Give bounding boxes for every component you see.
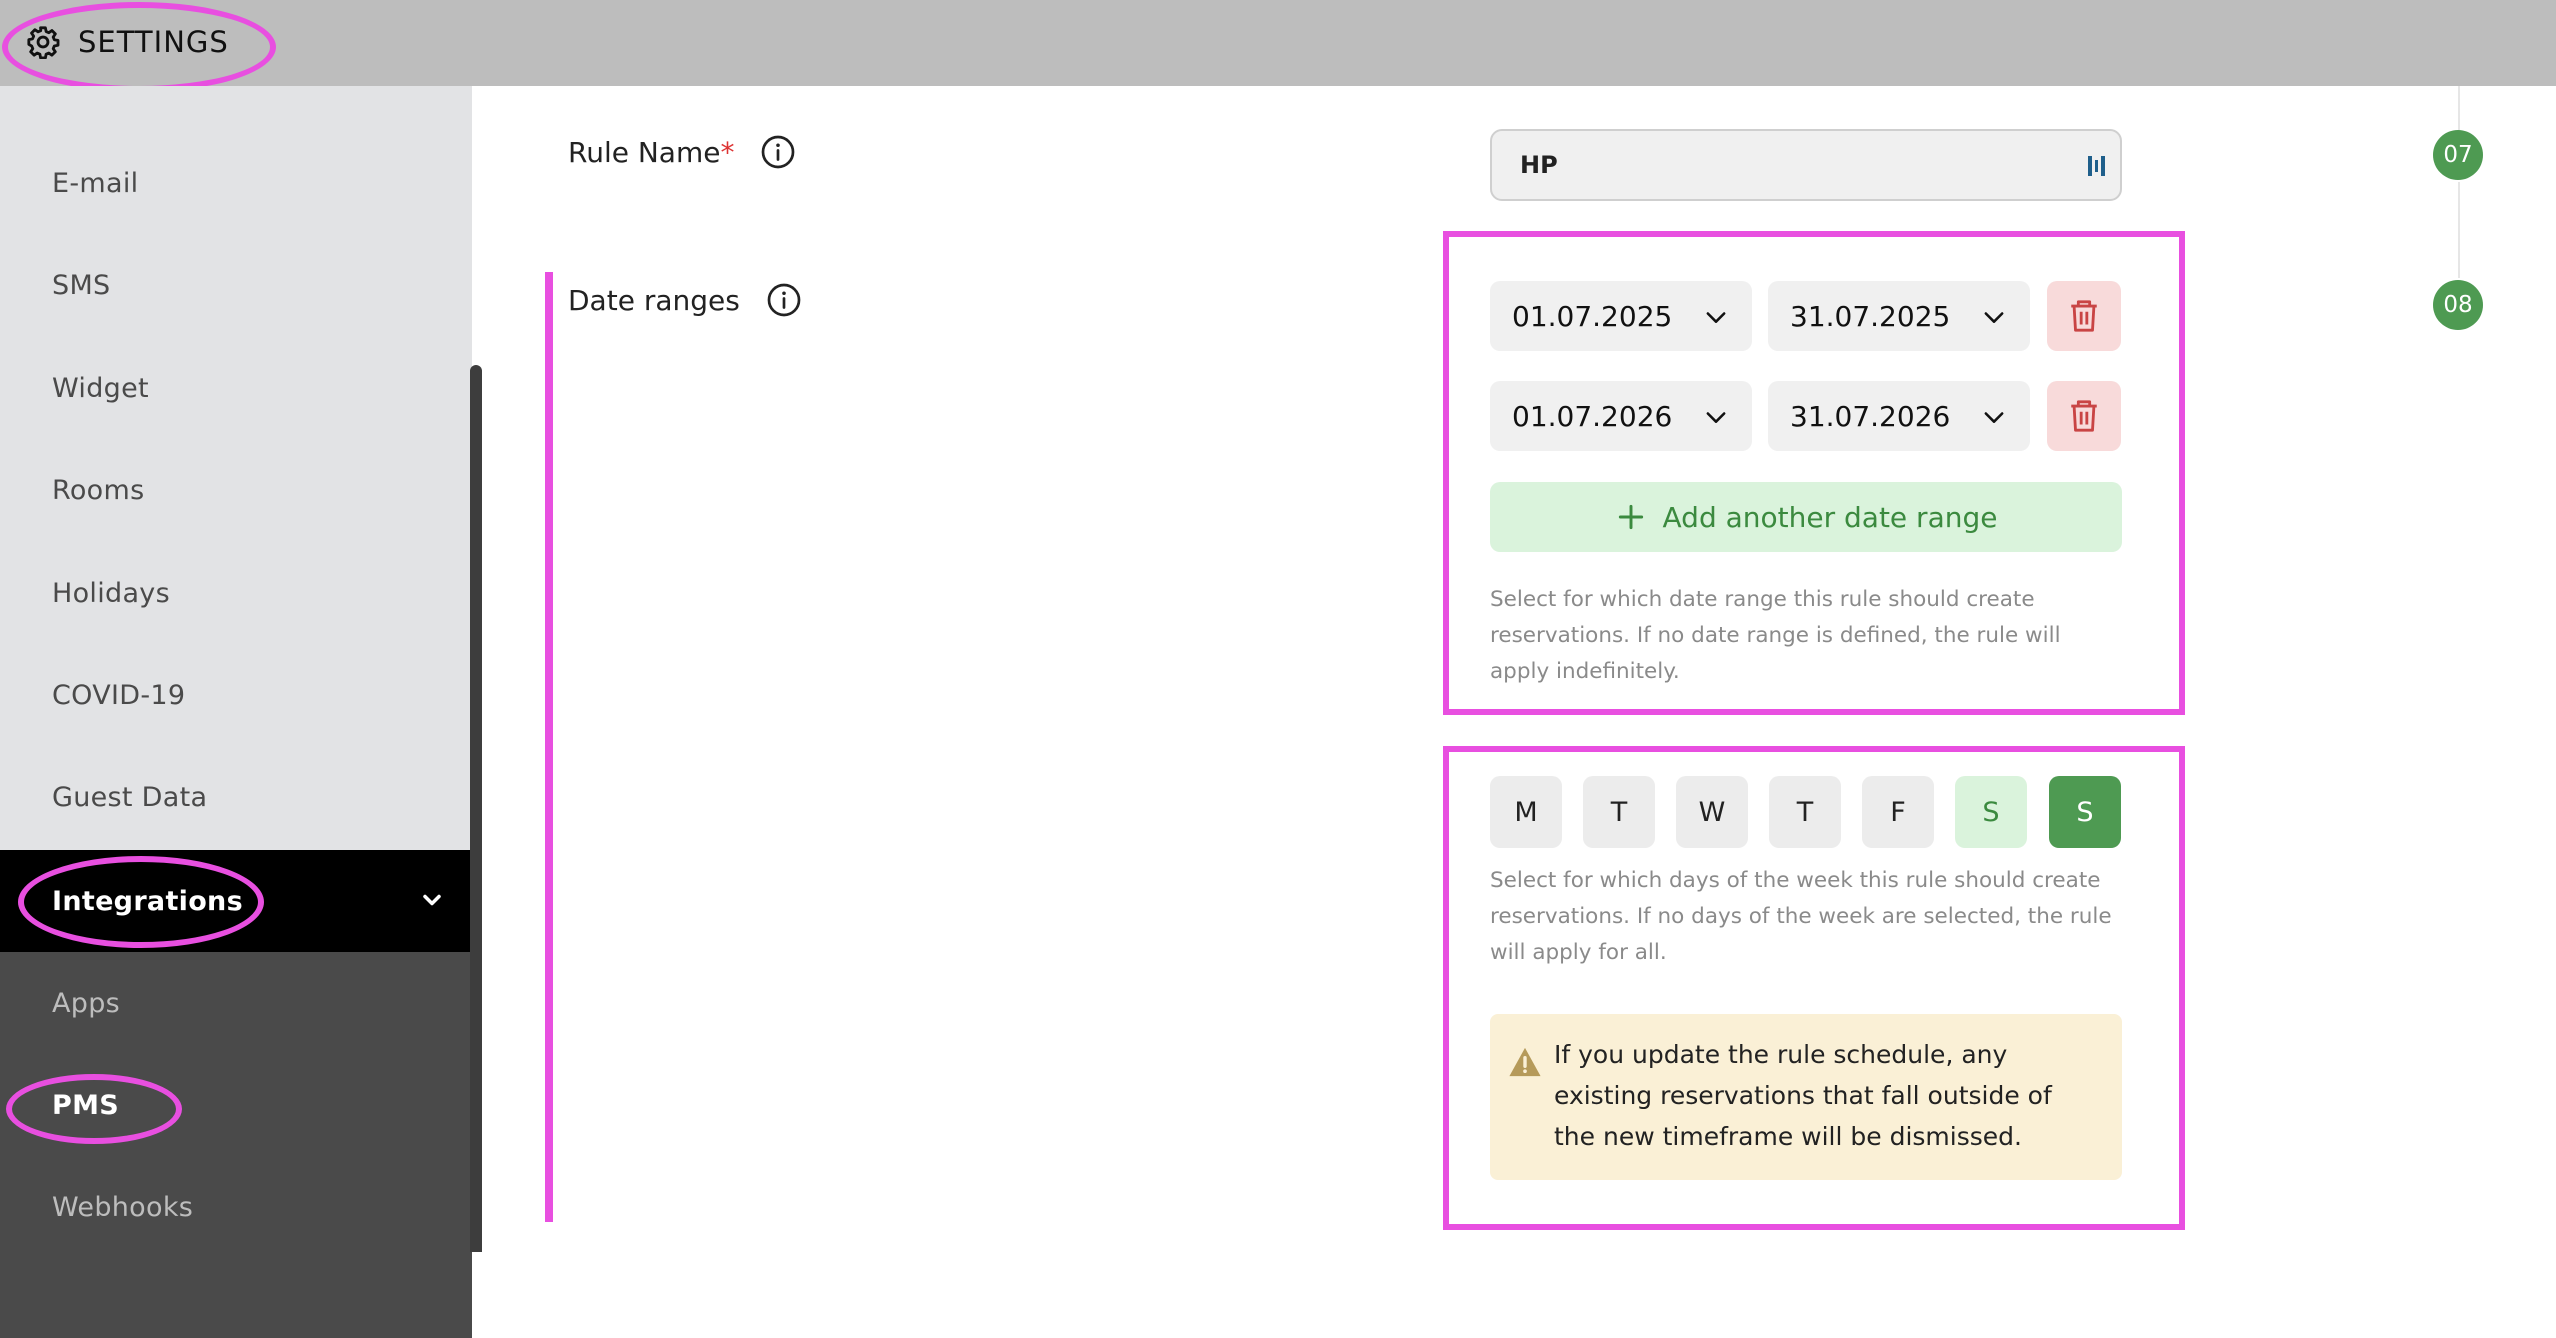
chevron-down-icon: [423, 894, 441, 906]
sidebar-item-widget[interactable]: Widget: [0, 337, 472, 439]
sidebar-item-rooms[interactable]: Rooms: [0, 439, 472, 541]
step-number: 07: [2443, 142, 2473, 168]
required-mark: *: [720, 135, 735, 169]
weekday-label: T: [1610, 796, 1628, 828]
date-range-1-from[interactable]: 01.07.2025: [1490, 281, 1752, 351]
settings-title[interactable]: SETTINGS: [26, 22, 229, 62]
date-value: 01.07.2026: [1512, 399, 1673, 433]
step-badge-08: 08: [2433, 280, 2483, 330]
date-ranges-label-text: Date ranges: [568, 283, 740, 317]
rule-name-input[interactable]: HP: [1490, 129, 2122, 201]
sidebar-item-holidays[interactable]: Holidays: [0, 542, 472, 644]
date-value: 31.07.2026: [1790, 399, 1951, 433]
sidebar-item-apps[interactable]: Apps: [0, 952, 472, 1054]
sidebar-item-label: COVID-19: [52, 679, 186, 711]
sidebar-item-pms[interactable]: PMS: [0, 1054, 472, 1156]
sidebar-item-email[interactable]: E-mail: [0, 132, 472, 234]
trash-icon: [2071, 400, 2097, 432]
sidebar-item-label: E-mail: [52, 167, 139, 199]
date-range-2-to[interactable]: 31.07.2026: [1768, 381, 2030, 451]
weekday-label: W: [1698, 796, 1726, 828]
weekday-label: M: [1514, 796, 1538, 828]
weekday-monday-button[interactable]: M: [1490, 776, 1562, 848]
weekday-wednesday-button[interactable]: W: [1676, 776, 1748, 848]
weekday-label: S: [2076, 796, 2094, 828]
sidebar-item-label: Widget: [52, 372, 149, 404]
warning-icon: [1509, 1047, 1541, 1077]
weekday-tuesday-button[interactable]: T: [1583, 776, 1655, 848]
date-ranges-help-text: Select for which date range this rule sh…: [1490, 587, 2061, 684]
add-date-range-button[interactable]: Add another date range: [1490, 482, 2122, 552]
rule-name-label: Rule Name*: [568, 134, 796, 170]
step-number: 08: [2443, 292, 2473, 318]
sidebar-item-covid[interactable]: COVID-19: [0, 644, 472, 746]
info-icon[interactable]: [766, 282, 802, 318]
date-range-2-from[interactable]: 01.07.2026: [1490, 381, 1752, 451]
info-icon[interactable]: [760, 134, 796, 170]
add-date-range-label: Add another date range: [1662, 500, 1998, 534]
sidebar-item-label: SMS: [52, 269, 111, 301]
date-ranges-label: Date ranges: [568, 282, 802, 318]
rule-name-label-text: Rule Name*: [568, 136, 734, 169]
sidebar-scrollbar[interactable]: [470, 365, 482, 1252]
step-badge-07: 07: [2433, 130, 2483, 180]
sidebar-item-label: Webhooks: [52, 1191, 194, 1223]
sidebar-item-webhooks[interactable]: Webhooks: [0, 1156, 472, 1258]
section-accent-bar: [545, 272, 553, 1222]
weekday-thursday-button[interactable]: T: [1769, 776, 1841, 848]
sidebar-item-label: Rooms: [52, 474, 145, 506]
weekday-saturday-button[interactable]: S: [1955, 776, 2027, 848]
chevron-down-icon: [1706, 312, 1726, 323]
sidebar-item-integrations[interactable]: Integrations: [0, 850, 472, 952]
sidebar-item-label: Guest Data: [52, 781, 208, 813]
chevron-down-icon: [1984, 412, 2004, 423]
weekday-sunday-button[interactable]: S: [2049, 776, 2121, 848]
date-value: 01.07.2025: [1512, 299, 1673, 333]
trash-icon: [2071, 300, 2097, 332]
rule-name-label-value: Rule Name: [568, 135, 721, 169]
weekday-label: F: [1890, 796, 1906, 828]
sidebar-item-guest-data[interactable]: Guest Data: [0, 746, 472, 848]
plus-icon: [1618, 504, 1643, 530]
delete-date-range-1-button[interactable]: [2047, 281, 2121, 351]
sidebar-item-sms[interactable]: SMS: [0, 234, 472, 336]
weekday-label: S: [1982, 796, 2000, 828]
sidebar-item-label: Holidays: [52, 577, 170, 609]
sidebar-item-label: PMS: [52, 1089, 120, 1121]
weekday-friday-button[interactable]: F: [1862, 776, 1934, 848]
sidebar-item-label: Apps: [52, 987, 121, 1019]
date-range-1-to[interactable]: 31.07.2025: [1768, 281, 2030, 351]
warning-text: If you update the rule schedule, any exi…: [1554, 1040, 2052, 1151]
rule-name-value: HP: [1520, 151, 1558, 179]
gear-icon: [27, 26, 60, 59]
weekdays-help-text: Select for which days of the week this r…: [1490, 868, 2112, 965]
top-bar: SETTINGS: [0, 0, 2556, 86]
weekday-label: T: [1796, 796, 1814, 828]
step-connector: [2458, 182, 2460, 278]
chevron-down-icon: [1706, 412, 1726, 423]
delete-date-range-2-button[interactable]: [2047, 381, 2121, 451]
settings-title-text: SETTINGS: [78, 25, 229, 59]
date-value: 31.07.2025: [1790, 299, 1951, 333]
sidebar-item-label: Integrations: [52, 885, 243, 917]
chevron-down-icon: [1984, 312, 2004, 323]
schedule-warning: If you update the rule schedule, any exi…: [1490, 1014, 2122, 1180]
password-manager-icon[interactable]: [2086, 153, 2108, 179]
